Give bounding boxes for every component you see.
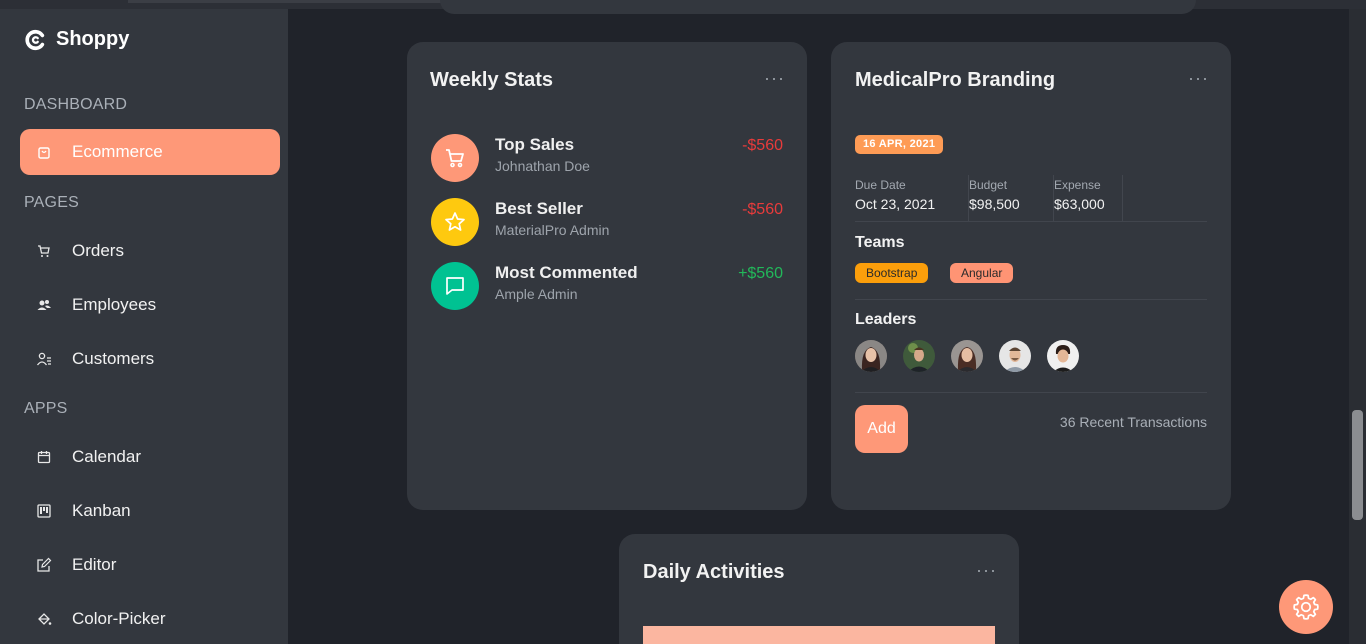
- stat-subtitle: Ample Admin: [495, 286, 578, 302]
- gear-icon: [1293, 594, 1319, 620]
- team-tag-bootstrap[interactable]: Bootstrap: [855, 263, 929, 283]
- stat-row-top-sales: Top Sales Johnathan Doe -$560: [431, 134, 783, 184]
- daily-activities-card: Daily Activities ···: [619, 534, 1019, 644]
- avatar[interactable]: [1047, 340, 1079, 372]
- due-date-label: Due Date: [855, 178, 906, 192]
- sidebar-item-label: Customers: [72, 349, 155, 368]
- due-date-value: Oct 23, 2021: [855, 196, 936, 212]
- app-name: Shoppy: [56, 28, 130, 50]
- leaders-label: Leaders: [855, 311, 917, 328]
- sidebar-item-label: Color-Picker: [72, 609, 166, 628]
- cart-icon: [36, 243, 52, 259]
- expense-label: Expense: [1054, 178, 1101, 192]
- date-badge: 16 APR, 2021: [855, 135, 944, 154]
- page-scrollbar-thumb[interactable]: [1352, 410, 1363, 520]
- sidebar-item-orders[interactable]: Orders: [20, 228, 280, 274]
- medicalpro-menu-icon[interactable]: ···: [1188, 68, 1209, 89]
- budget-label: Budget: [969, 178, 1008, 192]
- sidebar-item-editor[interactable]: Editor: [20, 542, 280, 588]
- divider: [855, 392, 1207, 393]
- sidebar-item-label: Kanban: [72, 501, 131, 520]
- activity-banner: [643, 626, 995, 644]
- sidebar-item-label: Orders: [72, 241, 124, 260]
- teams-label: Teams: [855, 234, 905, 251]
- stat-row-best-seller: Best Seller MaterialPro Admin -$560: [431, 198, 783, 248]
- star-icon: [431, 198, 479, 246]
- kanban-icon: [36, 503, 52, 519]
- stat-subtitle: Johnathan Doe: [495, 158, 590, 174]
- daily-activities-menu-icon[interactable]: ···: [976, 560, 997, 581]
- shoppy-logo-icon: [25, 29, 45, 50]
- stat-amount: -$560: [742, 137, 783, 154]
- sidebar-item-label: Ecommerce: [72, 142, 163, 161]
- stat-subtitle: MaterialPro Admin: [495, 222, 610, 238]
- shopping-bag-icon: [36, 144, 52, 160]
- avatar[interactable]: [951, 340, 983, 372]
- sidebar-item-calendar[interactable]: Calendar: [20, 434, 280, 480]
- stat-title: Best Seller: [495, 199, 583, 218]
- chat-bubble-icon: [431, 262, 479, 310]
- budget-value: $98,500: [969, 196, 1020, 212]
- due-date: Due Date Oct 23, 2021: [855, 175, 969, 221]
- paint-bucket-icon: [36, 611, 52, 627]
- avatar[interactable]: [855, 340, 887, 372]
- weekly-stats-title: Weekly Stats: [430, 69, 554, 91]
- sidebar-item-color-picker[interactable]: Color-Picker: [20, 596, 280, 642]
- medicalpro-branding-card: MedicalPro Branding ··· 16 APR, 2021 Due…: [831, 42, 1231, 510]
- daily-activities-title: Daily Activities: [643, 561, 785, 583]
- calendar-icon: [36, 449, 52, 465]
- weekly-stats-card: Weekly Stats ··· Top Sales Johnathan Doe…: [407, 42, 807, 510]
- stat-title: Most Commented: [495, 263, 638, 282]
- page-scrollbar-track[interactable]: [1349, 9, 1366, 644]
- section-apps: APPS: [24, 400, 68, 417]
- expense-value: $63,000: [1054, 196, 1105, 212]
- cart-icon: [431, 134, 479, 182]
- sidebar-item-ecommerce[interactable]: Ecommerce: [20, 129, 280, 175]
- avatar[interactable]: [999, 340, 1031, 372]
- weekly-stats-menu-icon[interactable]: ···: [764, 68, 785, 89]
- sidebar: Shoppy DASHBOARD Ecommerce PAGES Orders …: [0, 9, 288, 644]
- sidebar-item-employees[interactable]: Employees: [20, 282, 280, 328]
- sidebar-item-label: Employees: [72, 295, 157, 314]
- sidebar-item-kanban[interactable]: Kanban: [20, 488, 280, 534]
- stat-amount: +$560: [738, 265, 783, 282]
- divider: [855, 299, 1207, 300]
- recent-transactions-count: 36 Recent Transactions: [1059, 414, 1207, 430]
- previous-card-edge: [440, 0, 1196, 14]
- edit-icon: [36, 557, 52, 573]
- stat-amount: -$560: [742, 201, 783, 218]
- sidebar-item-customers[interactable]: Customers: [20, 336, 280, 382]
- expense: Expense $63,000: [1054, 175, 1123, 221]
- users-icon: [36, 297, 52, 313]
- user-list-icon: [36, 351, 52, 367]
- budget: Budget $98,500: [969, 175, 1054, 221]
- sidebar-item-label: Editor: [72, 555, 117, 574]
- sidebar-item-label: Calendar: [72, 447, 141, 466]
- stat-row-most-commented: Most Commented Ample Admin +$560: [431, 262, 783, 312]
- stat-title: Top Sales: [495, 135, 575, 154]
- divider: [855, 221, 1207, 222]
- section-pages: PAGES: [24, 194, 79, 211]
- settings-button[interactable]: [1279, 580, 1333, 634]
- add-button[interactable]: Add: [855, 405, 908, 453]
- avatar[interactable]: [903, 340, 935, 372]
- team-tag-angular[interactable]: Angular: [950, 263, 1014, 283]
- app-logo[interactable]: Shoppy: [24, 28, 129, 51]
- section-dashboard: DASHBOARD: [24, 96, 128, 113]
- medicalpro-title: MedicalPro Branding: [855, 69, 1056, 91]
